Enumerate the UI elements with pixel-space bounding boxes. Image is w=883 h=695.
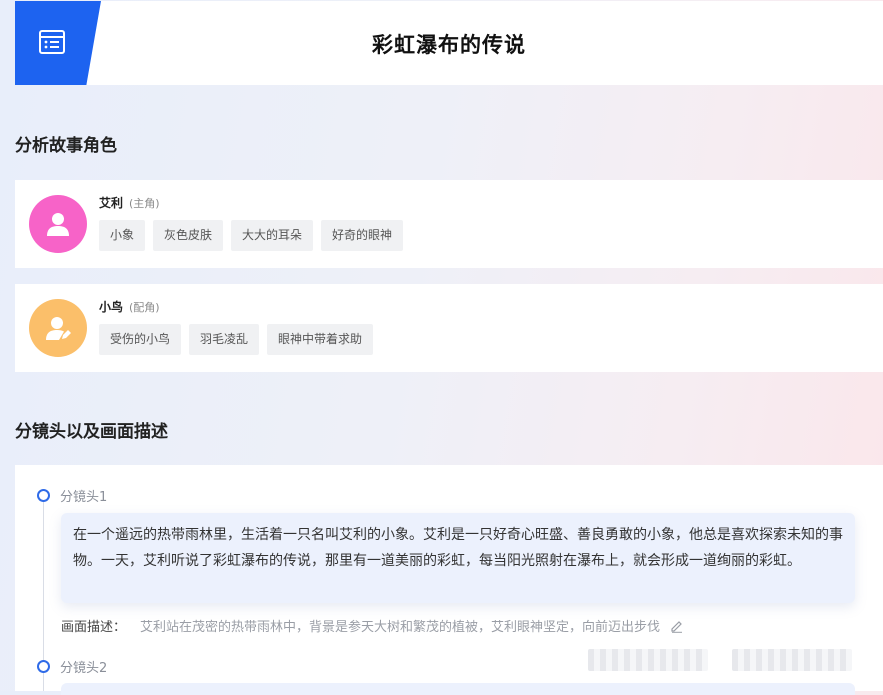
blurred-region <box>588 649 708 671</box>
shot-script-box[interactable]: 在一个遥远的热带雨林里，生活着一只名叫艾利的小象。艾利是一只好奇心旺盛、善良勇敢… <box>61 513 855 603</box>
timeline-dot <box>37 489 50 502</box>
user-edit-icon <box>46 317 71 340</box>
shot-label: 分镜头1 <box>60 490 108 505</box>
scene-description-value: 艾利站在茂密的热带雨林中，背景是参天大树和繁茂的植被，艾利眼神坚定，向前迈出步伐 <box>140 620 661 635</box>
avatar <box>29 195 87 253</box>
shot-script-text: 在一个遥远的热带雨林里，生活着一只名叫艾利的小象。艾利是一只好奇心旺盛、善良勇敢… <box>73 527 843 569</box>
page-title: 彩虹瀑布的传说 <box>372 33 526 57</box>
edit-pencil-icon[interactable] <box>670 619 684 637</box>
timeline-dot <box>37 660 50 673</box>
character-card-xiaoniao[interactable]: 小鸟 (配角) 受伤的小鸟 羽毛凌乱 眼神中带着求助 <box>15 284 883 372</box>
user-icon <box>47 213 69 236</box>
character-tags: 受伤的小鸟 羽毛凌乱 眼神中带着求助 <box>99 324 374 355</box>
avatar <box>29 299 87 357</box>
character-role: (配角) <box>129 301 160 314</box>
shots-section-title: 分镜头以及画面描述 <box>15 422 168 442</box>
page-header: 彩虹瀑布的传说 <box>15 1 883 85</box>
character-tags: 小象 灰色皮肤 大大的耳朵 好奇的眼神 <box>99 220 404 251</box>
scene-description-label: 画面描述： <box>61 620 127 635</box>
shot-script-box[interactable] <box>61 683 855 695</box>
characters-section-title: 分析故事角色 <box>15 136 117 156</box>
character-role: (主角) <box>129 197 160 210</box>
character-tag[interactable]: 羽毛凌乱 <box>189 324 260 355</box>
character-tag[interactable]: 眼神中带着求助 <box>267 324 374 355</box>
character-tag[interactable]: 灰色皮肤 <box>153 220 224 251</box>
character-tag[interactable]: 受伤的小鸟 <box>99 324 182 355</box>
character-tag[interactable]: 好奇的眼神 <box>321 220 404 251</box>
shot-label: 分镜头2 <box>60 661 108 676</box>
blurred-region <box>732 649 852 671</box>
scene-description-row: 画面描述： 艾利站在茂密的热带雨林中，背景是参天大树和繁茂的植被，艾利眼神坚定，向… <box>61 616 684 637</box>
character-name: 小鸟 (配角) <box>99 300 160 314</box>
character-tag[interactable]: 大大的耳朵 <box>231 220 314 251</box>
character-card-aili[interactable]: 艾利 (主角) 小象 灰色皮肤 大大的耳朵 好奇的眼神 <box>15 180 883 268</box>
character-tag[interactable]: 小象 <box>99 220 146 251</box>
character-name: 艾利 (主角) <box>99 196 160 210</box>
